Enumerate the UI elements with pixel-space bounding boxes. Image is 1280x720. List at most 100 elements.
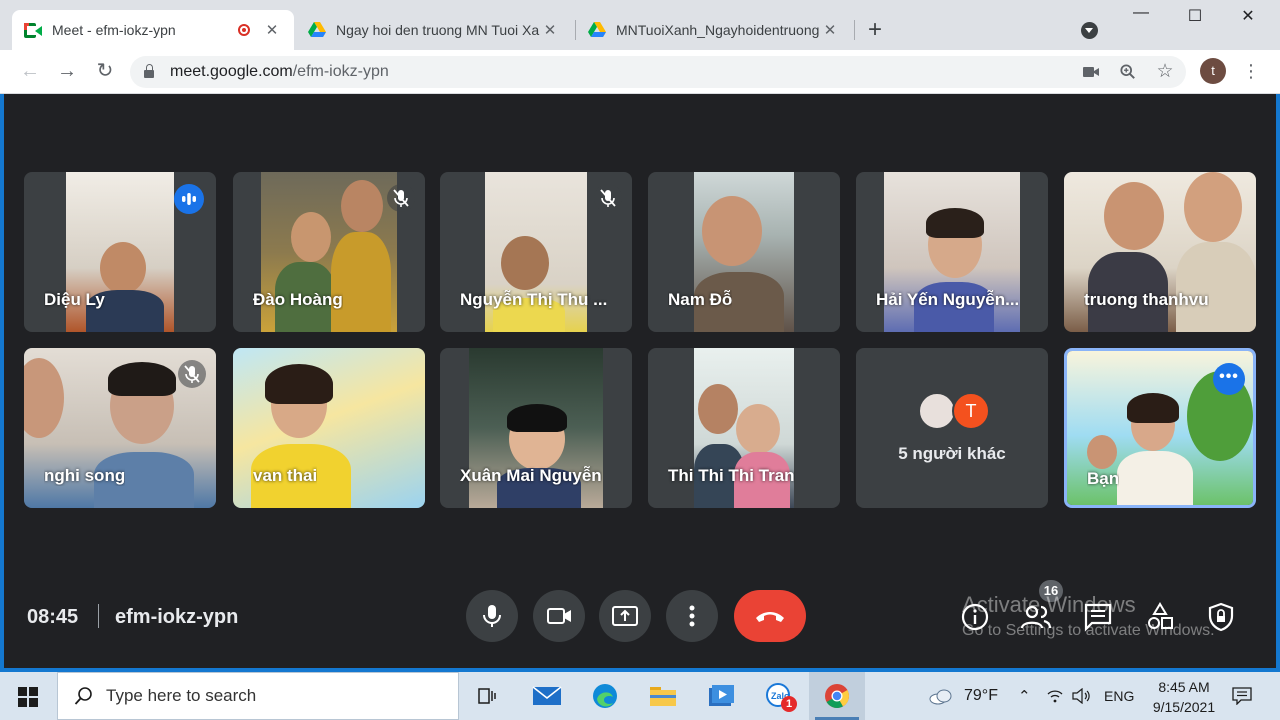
tab-search-icon[interactable] xyxy=(1081,22,1098,39)
more-options-icon[interactable]: ••• xyxy=(1213,363,1245,395)
taskbar-search-box[interactable]: Type here to search xyxy=(57,672,459,720)
bookmark-star-icon[interactable]: ☆ xyxy=(1156,62,1174,81)
participant-name: nghi song xyxy=(44,466,126,485)
search-placeholder: Type here to search xyxy=(106,686,257,705)
show-hidden-icons[interactable]: ⌃ xyxy=(1018,672,1031,720)
volume-icon[interactable] xyxy=(1072,672,1092,720)
cloud-icon xyxy=(929,689,952,705)
maximize-icon[interactable]: ☐ xyxy=(1185,6,1205,26)
chrome-app-button[interactable] xyxy=(809,672,865,720)
task-view-button[interactable] xyxy=(459,672,515,720)
network-icon[interactable] xyxy=(1046,672,1064,720)
browser-toolbar: ← → ↻ meet.google.com/efm-iokz-ypn ☆ t ⋮ xyxy=(0,50,1280,94)
mic-off-icon xyxy=(594,184,622,212)
tab-drive-1[interactable]: Ngay hoi den truong MN Tuoi Xa ✕ xyxy=(296,10,572,50)
taskbar-clock[interactable]: 8:45 AM 9/15/2021 xyxy=(1140,677,1228,717)
camera-button[interactable] xyxy=(533,590,585,642)
google-meet-icon xyxy=(24,22,42,38)
hang-up-icon xyxy=(756,612,784,622)
close-tab-icon[interactable]: ✕ xyxy=(262,21,282,39)
participant-tile[interactable]: truong thanhvu xyxy=(1064,172,1256,332)
mail-app-button[interactable] xyxy=(519,672,575,720)
participant-tile[interactable]: Xuân Mai Nguyễn xyxy=(440,348,632,508)
participant-name: Hải Yến Nguyễn... xyxy=(876,290,1020,309)
google-drive-icon xyxy=(308,22,326,37)
tab-title: MNTuoiXanh_Ngayhoidentruong xyxy=(616,22,820,38)
reload-icon[interactable]: ↻ xyxy=(93,60,117,82)
windows-taskbar: Type here to search Zalo 1 79°F ⌃ ENG 8:… xyxy=(0,672,1280,720)
address-bar[interactable]: meet.google.com/efm-iokz-ypn ☆ xyxy=(130,56,1186,88)
meet-stage: Diệu Ly Đào Hoàng Nguyễn Thị Thu ... Nam… xyxy=(4,94,1276,668)
mic-off-icon xyxy=(387,184,415,212)
others-count-label: 5 người khác xyxy=(898,444,1006,463)
mail-icon xyxy=(532,686,562,705)
profile-avatar[interactable]: t xyxy=(1200,58,1226,84)
more-options-button[interactable] xyxy=(666,590,718,642)
participant-name: Xuân Mai Nguyễn xyxy=(460,466,602,485)
back-icon[interactable]: ← xyxy=(18,60,42,82)
more-vert-icon xyxy=(689,605,695,627)
folder-icon xyxy=(650,687,676,706)
participant-name: Thi Thi Thi Tran xyxy=(668,466,795,485)
microphone-button[interactable] xyxy=(466,590,518,642)
participant-name: Nguyễn Thị Thu ... xyxy=(460,290,608,309)
tab-meet[interactable]: Meet - efm-iokz-ypn ✕ xyxy=(12,10,294,50)
activate-windows-subtitle: Go to Settings to activate Windows. xyxy=(962,622,1215,639)
url-text[interactable]: meet.google.com/efm-iokz-ypn xyxy=(170,63,389,81)
window-border xyxy=(1276,94,1280,668)
close-window-icon[interactable]: ✕ xyxy=(1238,6,1258,26)
url-host: meet.google.com xyxy=(170,63,293,80)
weather-widget[interactable]: 79°F xyxy=(928,672,998,720)
search-icon xyxy=(74,687,92,705)
google-drive-icon xyxy=(588,22,606,37)
participant-name: Bạn xyxy=(1087,469,1120,488)
microphone-icon xyxy=(483,605,501,627)
participant-tile[interactable]: Thi Thi Thi Tran xyxy=(648,348,840,508)
participant-tile[interactable]: Đào Hoàng xyxy=(233,172,425,332)
avatar: T xyxy=(952,392,990,430)
video-app-icon xyxy=(709,685,734,706)
chrome-icon xyxy=(825,684,849,709)
taskbar-time: 8:45 AM xyxy=(1158,679,1210,695)
participant-tile[interactable]: Hải Yến Nguyễn... xyxy=(856,172,1048,332)
new-tab-icon[interactable]: + xyxy=(868,18,882,42)
participant-name: truong thanhvu xyxy=(1084,290,1209,309)
file-explorer-button[interactable] xyxy=(635,672,691,720)
participant-tile[interactable]: nghi song xyxy=(24,348,216,508)
others-tile[interactable]: T 5 người khác xyxy=(856,348,1048,508)
browser-tab-strip: Meet - efm-iokz-ypn ✕ Ngay hoi den truon… xyxy=(0,0,1280,50)
task-view-icon xyxy=(478,688,496,704)
minimize-icon[interactable]: — xyxy=(1131,4,1151,22)
zalo-app-button[interactable]: Zalo 1 xyxy=(751,672,807,720)
participant-tile[interactable]: Nguyễn Thị Thu ... xyxy=(440,172,632,332)
tab-drive-2[interactable]: MNTuoiXanh_Ngayhoidentruong ✕ xyxy=(576,10,852,50)
participant-tile[interactable]: van thai xyxy=(233,348,425,508)
participant-name: Nam Đỗ xyxy=(668,290,733,309)
windows-start-icon[interactable] xyxy=(18,687,38,707)
participant-name: Diệu Ly xyxy=(44,290,105,309)
weather-temp: 79°F xyxy=(964,687,998,704)
participant-name: van thai xyxy=(253,466,318,485)
leave-call-button[interactable] xyxy=(734,590,806,642)
participant-tile[interactable]: Diệu Ly xyxy=(24,172,216,332)
notifications-icon[interactable] xyxy=(1232,672,1252,720)
chevron-up-icon: ⌃ xyxy=(1018,688,1031,705)
taskbar-date: 9/15/2021 xyxy=(1152,699,1216,715)
close-tab-icon[interactable]: ✕ xyxy=(540,21,560,39)
present-screen-icon xyxy=(612,606,638,626)
present-screen-button[interactable] xyxy=(599,590,651,642)
camera-permission-icon[interactable] xyxy=(1082,64,1100,80)
divider xyxy=(98,604,99,628)
recording-icon xyxy=(238,24,250,36)
tab-title: Ngay hoi den truong MN Tuoi Xa xyxy=(336,22,540,38)
edge-app-button[interactable] xyxy=(577,672,633,720)
chrome-menu-icon[interactable]: ⋮ xyxy=(1242,61,1260,81)
lock-icon xyxy=(144,64,154,78)
close-tab-icon[interactable]: ✕ xyxy=(820,21,840,39)
forward-icon[interactable]: → xyxy=(55,60,79,82)
zoom-icon[interactable] xyxy=(1119,64,1137,80)
self-tile[interactable]: ••• Bạn xyxy=(1064,348,1256,508)
language-indicator[interactable]: ENG xyxy=(1104,672,1134,720)
participant-tile[interactable]: Nam Đỗ xyxy=(648,172,840,332)
screen-recorder-button[interactable] xyxy=(693,672,749,720)
